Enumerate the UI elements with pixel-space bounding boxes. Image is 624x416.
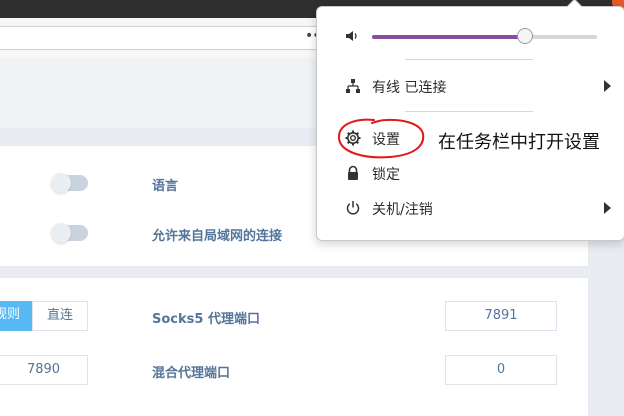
http-port-input[interactable]: 7890 — [0, 355, 88, 385]
menu-item-lock-label: 锁定 — [372, 167, 400, 183]
volume-slider-thumb[interactable] — [517, 28, 533, 44]
menu-separator — [405, 111, 533, 112]
menu-separator — [405, 59, 533, 60]
menu-item-power-label: 关机/注销 — [372, 202, 433, 218]
chevron-right-icon — [604, 80, 611, 92]
socks5-port-input[interactable]: 7891 — [445, 301, 557, 331]
chevron-right-icon — [604, 202, 611, 214]
mixed-port-input[interactable]: 0 — [445, 355, 557, 385]
socks5-port-label: Socks5 代理端口 — [152, 312, 260, 327]
menu-item-power[interactable]: 关机/注销 — [341, 196, 611, 220]
allow-lan-toggle[interactable] — [51, 223, 88, 243]
language-toggle[interactable] — [51, 173, 88, 193]
mode-direct-label: 直连 — [46, 308, 73, 323]
volume-slider[interactable] — [372, 28, 597, 44]
power-icon — [346, 201, 360, 215]
annotation-text: 在任务栏中打开设置 — [438, 132, 600, 153]
allow-lan-label: 允许来自局域网的连接 — [152, 229, 283, 244]
menu-item-network[interactable]: 有线 已连接 — [341, 74, 611, 98]
menu-item-lock[interactable]: 锁定 — [341, 161, 611, 185]
network-icon — [346, 79, 360, 93]
menu-item-network-label: 有线 已连接 — [372, 80, 447, 96]
lock-icon — [348, 165, 358, 180]
mode-direct-button[interactable]: 直连 — [32, 301, 88, 331]
volume-slider-fill — [372, 35, 525, 39]
settings-card-ports — [0, 278, 588, 416]
annotation-oval — [337, 118, 425, 159]
mode-rule-button[interactable]: 规则 — [0, 301, 32, 331]
speaker-icon — [346, 31, 357, 41]
mixed-port-label: 混合代理端口 — [152, 366, 231, 381]
mode-rule-label: 规则 — [0, 307, 20, 322]
language-label: 语言 — [152, 179, 179, 194]
address-bar[interactable] — [0, 26, 330, 50]
